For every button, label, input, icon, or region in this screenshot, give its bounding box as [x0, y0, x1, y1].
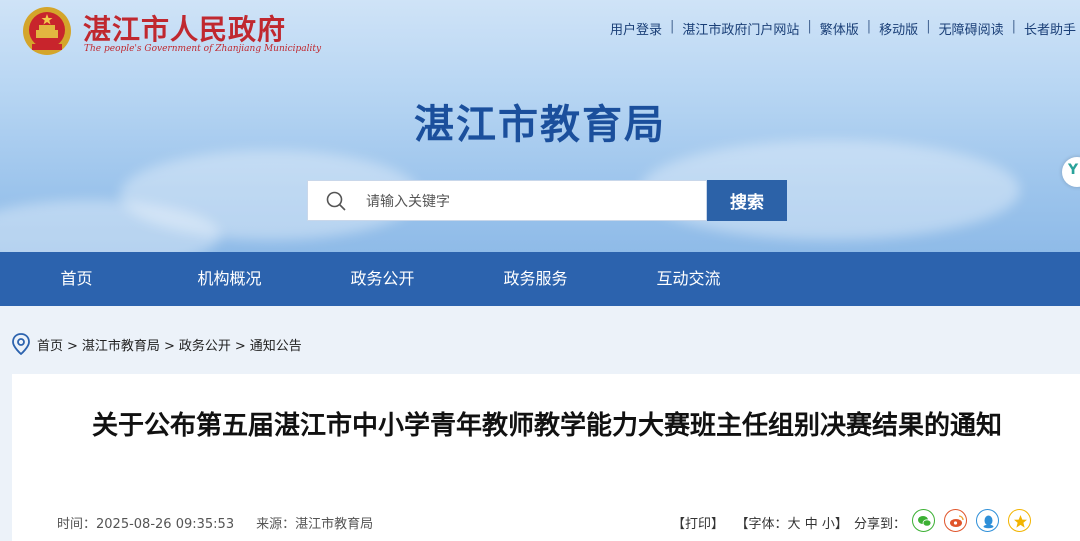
main-nav: 首页 机构概况 政务公开 政务服务 互动交流 — [0, 252, 1080, 306]
site-title: 湛江市教育局 — [414, 102, 666, 148]
breadcrumb-bureau[interactable]: 湛江市教育局 — [82, 339, 160, 354]
qq-icon[interactable] — [976, 509, 999, 532]
nav-home[interactable]: 首页 — [0, 252, 153, 306]
divider: | — [669, 19, 675, 34]
publish-time: 2025-08-26 09:35:53 — [96, 517, 235, 532]
time-label: 时间： — [57, 517, 97, 532]
nav-interaction[interactable]: 互动交流 — [612, 252, 765, 306]
nav-organization[interactable]: 机构概况 — [153, 252, 306, 306]
weibo-icon[interactable] — [944, 509, 967, 532]
user-login-link[interactable]: 用户登录 — [610, 19, 662, 38]
breadcrumb-home[interactable]: 首页 — [37, 339, 63, 354]
mobile-link[interactable]: 移动版 — [879, 19, 918, 38]
top-links: 用户登录 | 湛江市政府门户网站 | 繁体版 | 移动版 | 无障碍阅读 | 长… — [610, 19, 1076, 38]
font-large-button[interactable]: 大 — [788, 517, 801, 532]
breadcrumb-separator: > — [234, 339, 246, 354]
breadcrumb-notices[interactable]: 通知公告 — [250, 339, 302, 354]
article-tools: 【打印】 【字体：大 中 小】 — [672, 513, 848, 532]
print-button[interactable]: 【打印】 — [672, 517, 724, 532]
article-meta: 时间：2025-08-26 09:35:53 来源：湛江市教育局 — [57, 513, 373, 532]
share-label: 分享到： — [854, 517, 907, 532]
divider: | — [1011, 19, 1016, 34]
nav-gov-affairs-open[interactable]: 政务公开 — [306, 252, 459, 306]
divider: | — [807, 19, 812, 34]
accessibility-link[interactable]: 无障碍阅读 — [939, 19, 1004, 38]
portal-link[interactable]: 湛江市政府门户网站 — [682, 19, 799, 38]
font-size-label: 【字体： — [742, 517, 788, 532]
breadcrumb-separator: > — [67, 339, 78, 354]
side-tab-label: Y — [1068, 162, 1079, 178]
location-pin-icon — [12, 333, 30, 355]
font-small-button[interactable]: 小 — [822, 517, 835, 532]
search-button[interactable]: 搜索 — [707, 180, 787, 221]
qzone-icon[interactable] — [1008, 509, 1031, 532]
breadcrumb: 首页 > 湛江市教育局 > 政务公开 > 通知公告 — [37, 335, 302, 354]
divider: | — [866, 19, 872, 34]
gov-name-en: The people's Government of Zhanjiang Mun… — [84, 44, 322, 54]
nav-gov-services[interactable]: 政务服务 — [459, 252, 612, 306]
divider: | — [926, 19, 931, 34]
gov-name[interactable]: 湛江市人民政府 — [83, 8, 286, 48]
traditional-link[interactable]: 繁体版 — [820, 19, 859, 38]
font-medium-button[interactable]: 中 — [805, 517, 818, 532]
source-value: 湛江市教育局 — [295, 517, 374, 532]
search-box — [307, 180, 707, 222]
breadcrumb-gov-affairs[interactable]: 政务公开 — [179, 339, 231, 354]
national-emblem-icon — [23, 7, 71, 55]
font-size-close: 】 — [834, 517, 848, 532]
article-title: 关于公布第五届湛江市中小学青年教师教学能力大赛班主任组别决赛结果的通知 — [91, 411, 1002, 441]
wechat-icon[interactable] — [912, 509, 935, 532]
search-icon — [326, 191, 346, 211]
elder-assistant-link[interactable]: 长者助手 — [1024, 19, 1076, 38]
source-label: 来源： — [256, 517, 296, 532]
breadcrumb-separator: > — [163, 339, 175, 354]
search-input[interactable] — [364, 181, 698, 222]
